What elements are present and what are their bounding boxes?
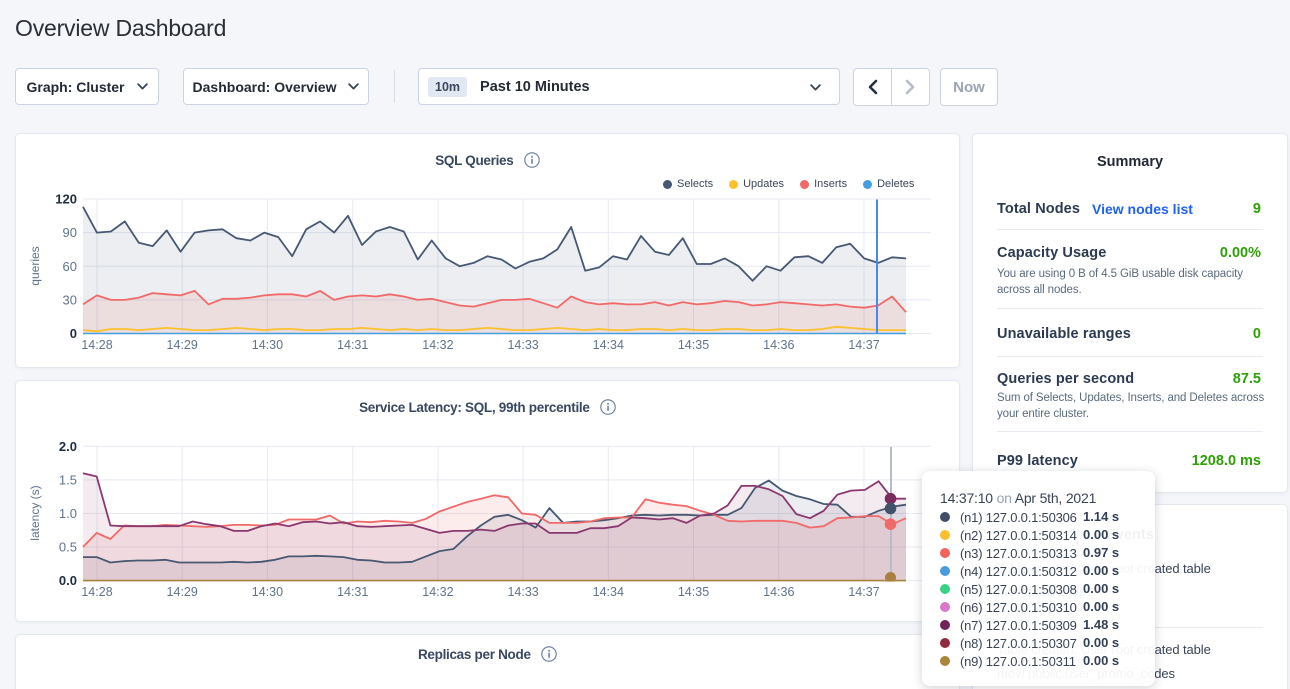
svg-text:14:31: 14:31	[337, 338, 368, 352]
svg-text:1.5: 1.5	[59, 472, 77, 487]
svg-text:14:36: 14:36	[763, 585, 794, 599]
svg-text:14:29: 14:29	[167, 338, 198, 352]
svg-text:14:29: 14:29	[167, 585, 198, 599]
svg-text:14:37: 14:37	[848, 585, 879, 599]
svg-text:60: 60	[63, 259, 77, 274]
svg-text:14:31: 14:31	[337, 585, 368, 599]
svg-text:latency (s): latency (s)	[28, 485, 42, 540]
svg-text:30: 30	[63, 292, 77, 307]
svg-text:14:28: 14:28	[81, 585, 112, 599]
svg-text:14:30: 14:30	[252, 338, 283, 352]
svg-text:0.5: 0.5	[59, 540, 77, 555]
svg-text:14:28: 14:28	[81, 338, 112, 352]
svg-text:120: 120	[55, 192, 77, 207]
svg-text:14:34: 14:34	[593, 338, 624, 352]
svg-text:14:35: 14:35	[678, 338, 709, 352]
svg-text:2.0: 2.0	[59, 439, 77, 454]
svg-text:14:37: 14:37	[848, 338, 879, 352]
svg-text:14:36: 14:36	[763, 338, 794, 352]
svg-text:queries: queries	[28, 246, 42, 285]
svg-text:0.0: 0.0	[59, 573, 77, 588]
svg-text:14:34: 14:34	[593, 585, 624, 599]
svg-text:14:30: 14:30	[252, 585, 283, 599]
svg-text:14:33: 14:33	[507, 585, 538, 599]
svg-text:1.0: 1.0	[59, 506, 77, 521]
svg-text:14:32: 14:32	[422, 338, 453, 352]
svg-text:90: 90	[63, 225, 77, 240]
svg-text:14:35: 14:35	[678, 585, 709, 599]
svg-text:0: 0	[70, 326, 77, 341]
svg-text:14:33: 14:33	[507, 338, 538, 352]
svg-text:14:32: 14:32	[422, 585, 453, 599]
